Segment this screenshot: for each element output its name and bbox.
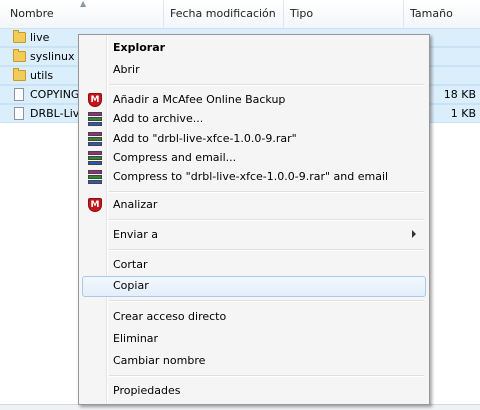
winrar-icon: [88, 151, 102, 165]
menu-item-rename[interactable]: Cambiar nombre: [82, 351, 426, 372]
menu-item-cut[interactable]: Cortar: [82, 255, 426, 276]
mcafee-icon: M: [88, 198, 102, 212]
column-name-label: Nombre: [10, 7, 54, 20]
menu-item-mcafee-backup[interactable]: M Añadir a McAfee Online Backup: [82, 90, 426, 111]
folder-icon: [13, 30, 26, 43]
submenu-arrow-icon: [412, 230, 416, 238]
menu-item-label: Enviar a: [113, 228, 158, 241]
menu-item-label: Cortar: [113, 258, 148, 271]
menu-item-label: Eliminar: [113, 332, 159, 345]
folder-icon: [13, 49, 26, 62]
context-menu: Explorar Abrir M Añadir a McAfee Online …: [78, 34, 430, 405]
menu-item-create-shortcut[interactable]: Crear acceso directo: [82, 307, 426, 328]
column-header-name[interactable]: Nombre ▲: [0, 0, 164, 28]
menu-item-compress-email[interactable]: Compress and email...: [82, 148, 426, 169]
menu-item-label: Add to "drbl-live-xfce-1.0.0-9.rar": [113, 132, 297, 145]
file-size: 1 KB: [450, 107, 476, 120]
menu-item-compress-rar-email[interactable]: Compress to "drbl-live-xfce-1.0.0-9.rar"…: [82, 167, 426, 188]
column-date-label: Fecha modificación: [170, 7, 276, 20]
menu-item-label: Propiedades: [113, 384, 181, 397]
menu-item-send-to[interactable]: Enviar a: [82, 225, 426, 246]
menu-item-analyze[interactable]: M Analizar: [82, 195, 426, 216]
column-header-type[interactable]: Tipo: [284, 0, 404, 28]
file-icon: [14, 88, 24, 101]
column-size-label: Tamaño: [410, 7, 453, 20]
menu-item-label: Compress and email...: [113, 151, 237, 164]
menu-item-label: Abrir: [113, 63, 140, 76]
sort-ascending-icon: ▲: [80, 0, 87, 8]
menu-item-copy[interactable]: Copiar: [82, 276, 426, 297]
menu-item-explore[interactable]: Explorar: [82, 38, 426, 59]
menu-item-add-archive[interactable]: Add to archive...: [82, 109, 426, 130]
winrar-icon: [88, 170, 102, 184]
menu-item-label: Crear acceso directo: [113, 310, 227, 323]
column-type-label: Tipo: [290, 7, 314, 20]
mcafee-icon: M: [88, 93, 102, 107]
column-header-date[interactable]: Fecha modificación: [164, 0, 284, 28]
file-icon: [14, 107, 24, 120]
column-header-bar: Nombre ▲ Fecha modificación Tipo Tamaño: [0, 0, 480, 29]
file-size: 18 KB: [443, 88, 476, 101]
file-name: live: [30, 31, 50, 44]
menu-item-label: Analizar: [113, 198, 158, 211]
winrar-icon: [88, 132, 102, 146]
menu-item-label: Añadir a McAfee Online Backup: [113, 93, 286, 106]
menu-item-add-rar[interactable]: Add to "drbl-live-xfce-1.0.0-9.rar": [82, 129, 426, 150]
menu-item-open[interactable]: Abrir: [82, 60, 426, 81]
menu-item-label: Compress to "drbl-live-xfce-1.0.0-9.rar"…: [113, 170, 389, 183]
menu-separator: [109, 219, 424, 221]
winrar-icon: [88, 112, 102, 126]
menu-separator: [109, 249, 424, 251]
file-name: utils: [30, 69, 54, 82]
menu-separator: [109, 300, 424, 302]
menu-item-label: Add to archive...: [113, 112, 204, 125]
column-header-size[interactable]: Tamaño: [404, 0, 480, 28]
file-name: syslinux: [30, 50, 75, 63]
menu-item-properties[interactable]: Propiedades: [82, 381, 426, 402]
menu-separator: [109, 375, 424, 377]
folder-icon: [13, 68, 26, 81]
menu-item-delete[interactable]: Eliminar: [82, 329, 426, 350]
menu-item-label: Cambiar nombre: [113, 354, 206, 367]
menu-separator: [109, 84, 424, 86]
menu-separator: [109, 191, 424, 193]
menu-item-label: Copiar: [113, 279, 149, 292]
file-name: COPYING: [30, 88, 80, 101]
menu-item-label: Explorar: [113, 41, 166, 54]
